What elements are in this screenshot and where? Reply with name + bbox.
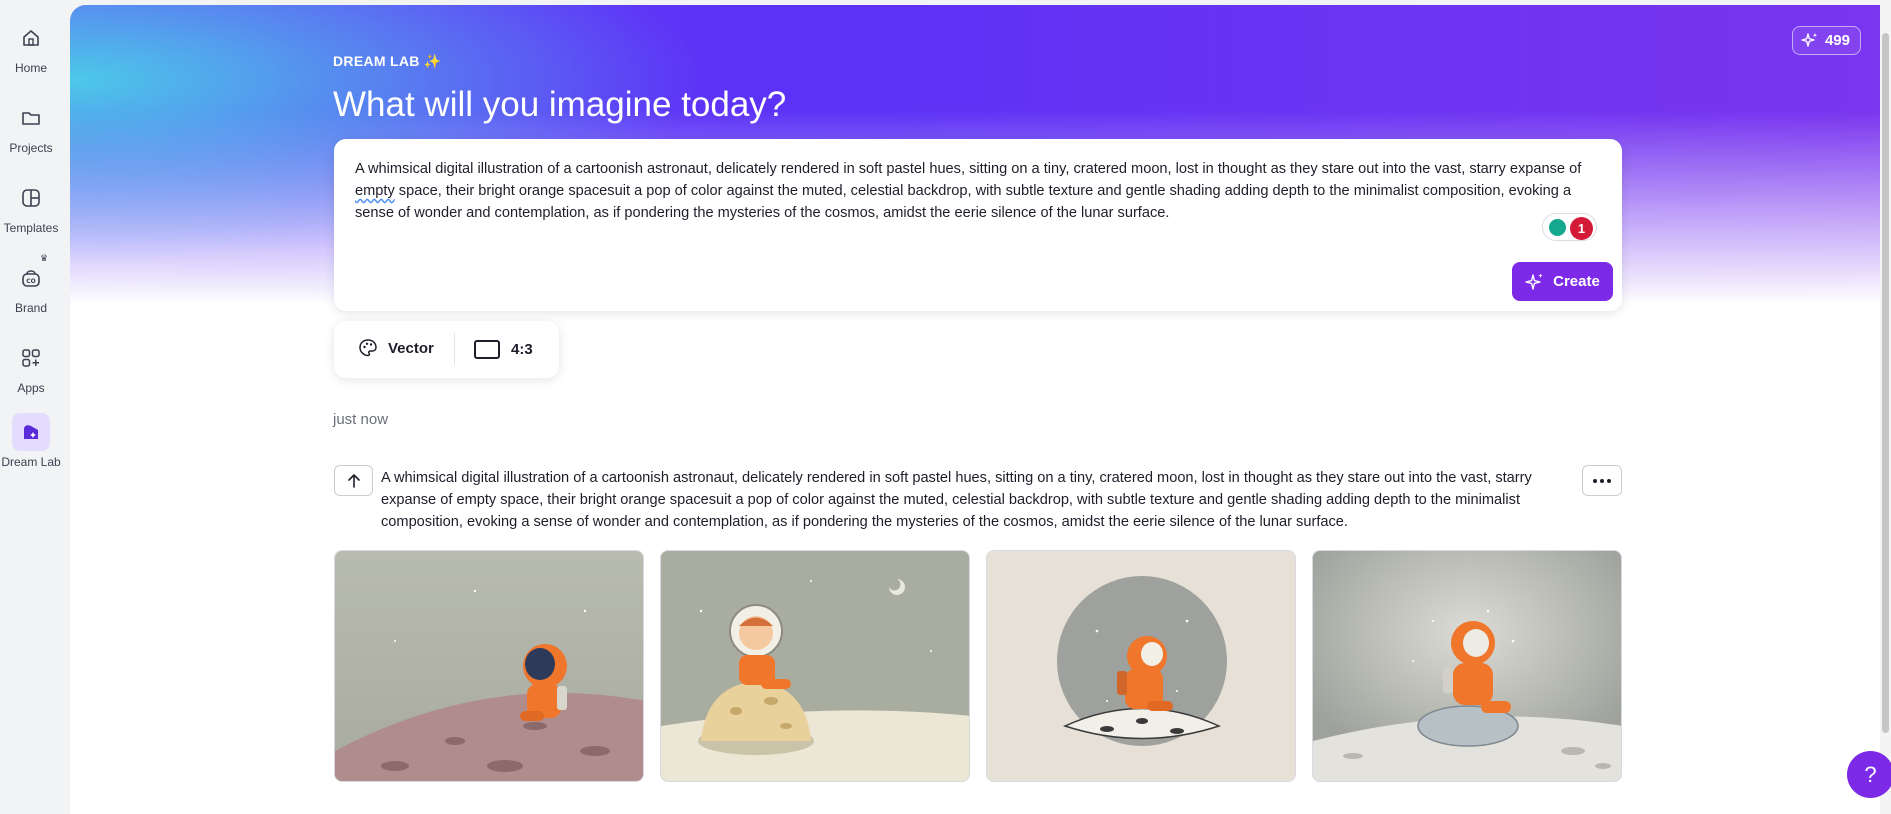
- dream-lab-icon: [12, 413, 50, 451]
- apps-icon: [12, 339, 50, 377]
- generated-image-3[interactable]: [986, 550, 1296, 782]
- generation-options: Vector 4:3: [334, 321, 559, 378]
- sidebar-item-brand[interactable]: CO ♛ Brand: [0, 253, 62, 315]
- sidebar-item-dream-lab[interactable]: Dream Lab: [0, 413, 62, 469]
- brand-icon: CO: [12, 259, 50, 297]
- grammar-check-icon: [1549, 219, 1566, 236]
- palette-icon: [359, 339, 377, 357]
- prompt-text-segment: A whimsical digital illustration of a ca…: [355, 161, 1582, 177]
- sidebar-item-label: Home: [14, 61, 47, 75]
- more-options-button[interactable]: [1582, 465, 1622, 496]
- sidebar-item-label: Brand: [14, 301, 48, 315]
- create-button-label: Create: [1553, 273, 1600, 290]
- vertical-scrollbar[interactable]: [1880, 5, 1891, 814]
- scrollbar-thumb[interactable]: [1882, 33, 1889, 733]
- generated-image-2[interactable]: [660, 550, 970, 782]
- sidebar-item-label: Apps: [17, 381, 45, 395]
- prompt-text-segment: space, their bright orange spacesuit a p…: [355, 183, 1572, 221]
- sidebar-item-label: Templates: [3, 221, 59, 235]
- page-eyebrow: DREAM LAB ✨: [333, 53, 442, 69]
- sidebar-item-projects[interactable]: Projects: [0, 99, 62, 155]
- more-dot: [1607, 478, 1611, 483]
- sidebar-item-apps[interactable]: Apps: [0, 339, 62, 395]
- arrow-up-icon: [348, 474, 360, 488]
- aspect-ratio-label: 4:3: [511, 340, 533, 358]
- sidebar-item-label: Projects: [9, 141, 53, 155]
- home-icon: [12, 19, 50, 57]
- page-title: What will you imagine today?: [333, 85, 787, 124]
- create-button[interactable]: Create: [1512, 262, 1613, 301]
- more-dot: [1600, 478, 1604, 483]
- history-prompt-text: A whimsical digital illustration of a ca…: [381, 470, 1532, 530]
- generated-image-1[interactable]: [334, 550, 644, 782]
- sidebar-item-label: Dream Lab: [1, 455, 61, 469]
- prompt-textarea[interactable]: A whimsical digital illustration of a ca…: [355, 158, 1605, 224]
- divider: [454, 333, 455, 365]
- reuse-prompt-button[interactable]: [334, 465, 373, 496]
- history-timestamp: just now: [333, 411, 389, 428]
- sidebar-item-templates[interactable]: Templates: [0, 179, 62, 235]
- credits-button[interactable]: 499: [1791, 26, 1861, 55]
- folder-icon: [12, 99, 50, 137]
- aspect-ratio-selector[interactable]: 4:3: [473, 338, 533, 360]
- sidebar: Home Projects Templates CO ♛ Brand Apps …: [0, 0, 62, 814]
- style-selector[interactable]: Vector: [358, 338, 434, 358]
- more-dot: [1593, 478, 1597, 483]
- sidebar-item-home[interactable]: Home: [0, 19, 62, 75]
- credits-count: 499: [1824, 32, 1850, 49]
- aspect-ratio-icon: [474, 340, 500, 359]
- sparkle-icon: [1525, 273, 1543, 290]
- writing-assistant-badge[interactable]: 1: [1542, 213, 1597, 241]
- style-label: Vector: [388, 339, 434, 357]
- help-button[interactable]: ?: [1847, 751, 1891, 798]
- spellcheck-flagged-word[interactable]: empty: [355, 183, 395, 199]
- issue-count-badge: 1: [1570, 217, 1593, 240]
- main-panel: 499 DREAM LAB ✨ What will you imagine to…: [70, 5, 1891, 814]
- generated-image-4[interactable]: [1312, 550, 1622, 782]
- crown-icon: ♛: [40, 253, 49, 263]
- prompt-input[interactable]: A whimsical digital illustration of a ca…: [334, 139, 1622, 311]
- sparkle-icon: [1801, 32, 1818, 47]
- svg-text:CO: CO: [26, 278, 36, 285]
- templates-icon: [12, 179, 50, 217]
